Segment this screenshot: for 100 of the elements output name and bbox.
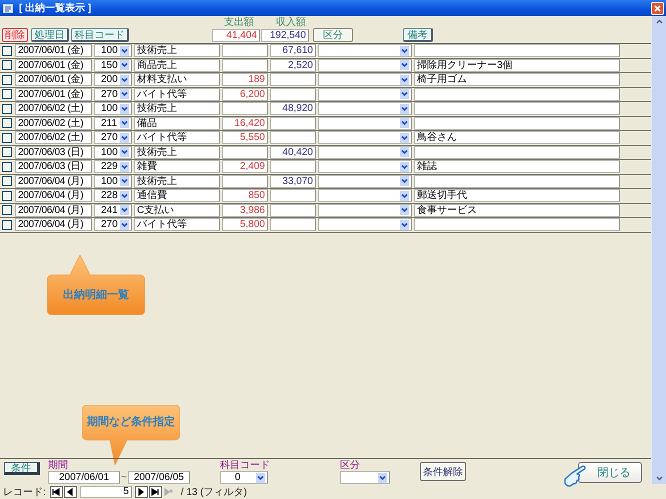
last-record-button[interactable]: [148, 486, 162, 498]
clear-filter-button[interactable]: 条件解除: [420, 462, 466, 481]
checkbox[interactable]: [2, 46, 12, 56]
expense-field[interactable]: [222, 174, 268, 188]
subject-field[interactable]: 材料支払い: [134, 73, 220, 86]
code-dropdown[interactable]: 100: [94, 174, 132, 188]
note-field[interactable]: [414, 116, 620, 130]
note-field[interactable]: [414, 102, 620, 116]
expense-field[interactable]: 189: [222, 73, 268, 86]
date-field[interactable]: 2007/06/01 (金): [15, 58, 92, 72]
sort-button[interactable]: 処理日: [31, 28, 69, 42]
note-button[interactable]: 備考: [403, 28, 433, 42]
expense-field[interactable]: 850: [222, 189, 268, 202]
expense-field[interactable]: 5,800: [222, 218, 268, 232]
date-field[interactable]: 2007/06/02 (土): [15, 116, 92, 130]
checkbox[interactable]: [2, 162, 12, 172]
expense-field[interactable]: 6,200: [222, 88, 268, 101]
code-dropdown[interactable]: 228: [94, 189, 132, 202]
code-dropdown[interactable]: 270: [94, 88, 132, 101]
code-dropdown[interactable]: 211: [94, 116, 132, 130]
income-field[interactable]: [270, 204, 316, 217]
income-field[interactable]: [270, 189, 316, 202]
note-field[interactable]: 雑誌: [414, 160, 620, 174]
code-dropdown[interactable]: 100: [94, 146, 132, 159]
subject-field[interactable]: バイト代等: [134, 131, 220, 144]
scroll-down-icon[interactable]: [656, 476, 662, 481]
checkbox[interactable]: [2, 89, 12, 100]
date-field[interactable]: 2007/06/02 (土): [15, 131, 92, 144]
date-field[interactable]: 2007/06/04 (月): [15, 204, 92, 217]
category-dropdown[interactable]: [318, 58, 412, 72]
category-dropdown[interactable]: [318, 146, 412, 159]
date-field[interactable]: 2007/06/01 (金): [15, 88, 92, 101]
note-field[interactable]: [414, 88, 620, 101]
filter-button[interactable]: 条件: [4, 462, 40, 475]
next-record-button[interactable]: [134, 486, 148, 498]
note-field[interactable]: 椅子用ゴム: [414, 73, 620, 86]
note-field[interactable]: [414, 146, 620, 159]
date-field[interactable]: 2007/06/03 (日): [15, 146, 92, 159]
code-dropdown[interactable]: 0: [220, 471, 268, 484]
note-field[interactable]: 鳥谷さん: [414, 131, 620, 144]
delete-button[interactable]: 削除: [2, 28, 28, 42]
income-field[interactable]: 40,420: [270, 146, 316, 159]
note-field[interactable]: [414, 218, 620, 232]
category-dropdown[interactable]: [318, 116, 412, 130]
note-field[interactable]: 掃除用クリーナー3個: [414, 58, 620, 72]
subject-field[interactable]: バイト代等: [134, 88, 220, 101]
note-field[interactable]: 食事サービス: [414, 204, 620, 217]
expense-field[interactable]: [222, 146, 268, 159]
date-field[interactable]: 2007/06/03 (日): [15, 160, 92, 174]
income-field[interactable]: [270, 116, 316, 130]
code-dropdown[interactable]: 200: [94, 73, 132, 86]
expense-field[interactable]: 2,409: [222, 160, 268, 174]
checkbox[interactable]: [2, 190, 12, 201]
date-field[interactable]: 2007/06/04 (月): [15, 218, 92, 232]
date-field[interactable]: 2007/06/02 (土): [15, 102, 92, 116]
subject-field[interactable]: C支払い: [134, 204, 220, 217]
subject-field[interactable]: 技術売上: [134, 102, 220, 116]
expense-field[interactable]: 16,420: [222, 116, 268, 130]
subject-field[interactable]: 技術売上: [134, 44, 220, 58]
date-field[interactable]: 2007/06/01 (金): [15, 44, 92, 58]
category-dropdown[interactable]: [340, 471, 390, 484]
date-field[interactable]: 2007/06/04 (月): [15, 174, 92, 188]
note-field[interactable]: 郵送切手代: [414, 189, 620, 202]
scroll-up-icon[interactable]: [656, 19, 662, 24]
expense-field[interactable]: 5,550: [222, 131, 268, 144]
subject-field[interactable]: バイト代等: [134, 218, 220, 232]
income-field[interactable]: [270, 88, 316, 101]
category-dropdown[interactable]: [318, 88, 412, 101]
checkbox[interactable]: [2, 205, 12, 216]
date-field[interactable]: 2007/06/04 (月): [15, 189, 92, 202]
expense-field[interactable]: [222, 102, 268, 116]
expense-field[interactable]: 3,986: [222, 204, 268, 217]
subject-field[interactable]: 雑費: [134, 160, 220, 174]
date-to-field[interactable]: 2007/06/05: [128, 471, 190, 484]
checkbox[interactable]: [2, 220, 12, 230]
sort-button[interactable]: 科目コード: [71, 28, 129, 42]
expense-field[interactable]: [222, 58, 268, 72]
checkbox[interactable]: [2, 118, 12, 128]
expense-field[interactable]: [222, 44, 268, 58]
income-field[interactable]: 67,610: [270, 44, 316, 58]
code-dropdown[interactable]: 100: [94, 44, 132, 58]
note-field[interactable]: [414, 44, 620, 58]
checkbox[interactable]: [2, 147, 12, 158]
income-field[interactable]: 33,070: [270, 174, 316, 188]
code-dropdown[interactable]: 270: [94, 131, 132, 144]
income-field[interactable]: [270, 73, 316, 86]
first-record-button[interactable]: [50, 486, 63, 498]
previous-record-button[interactable]: [64, 486, 77, 498]
category-button[interactable]: 区分: [313, 28, 353, 42]
checkbox[interactable]: [2, 74, 12, 85]
code-dropdown[interactable]: 150: [94, 58, 132, 72]
subject-field[interactable]: 通信費: [134, 189, 220, 202]
checkbox[interactable]: [2, 104, 12, 114]
subject-field[interactable]: 備品: [134, 116, 220, 130]
close-button[interactable]: [651, 2, 664, 14]
subject-field[interactable]: 技術売上: [134, 146, 220, 159]
subject-field[interactable]: 技術売上: [134, 174, 220, 188]
close-button[interactable]: 閉じる: [578, 462, 642, 483]
record-number-field[interactable]: 5: [80, 486, 132, 498]
income-field[interactable]: 48,920: [270, 102, 316, 116]
